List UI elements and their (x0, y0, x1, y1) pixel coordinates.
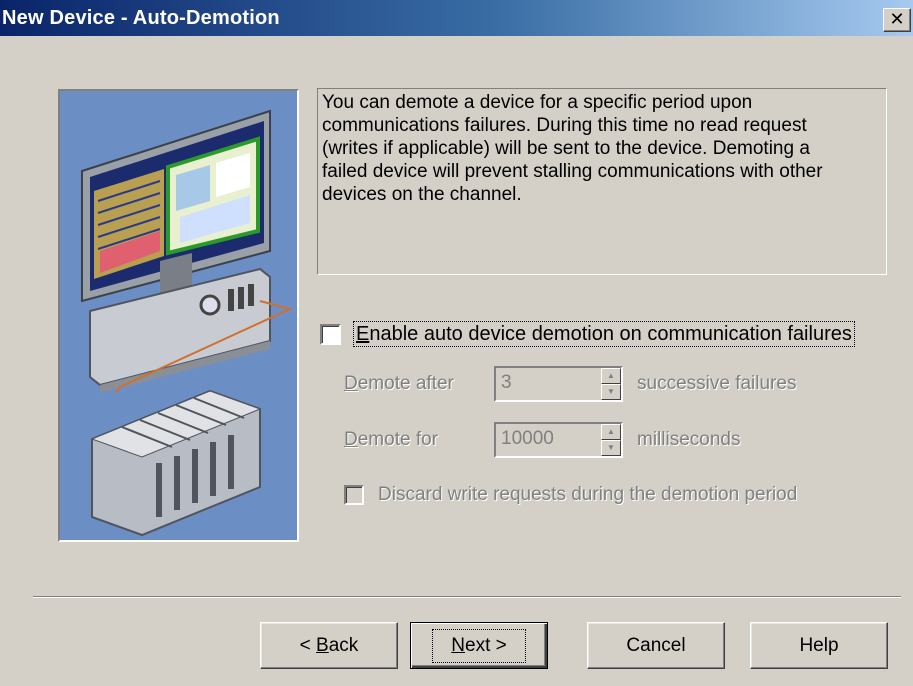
help-label: Help (799, 634, 839, 656)
demote-after-accel: D (344, 373, 358, 394)
demote-for-row: Demote for 10000 ▲ ▼ milliseconds (344, 422, 740, 458)
demote-after-label: Demote after (344, 373, 494, 395)
demote-after-spinner[interactable]: 3 ▲ ▼ (494, 366, 623, 402)
back-rest: ack (328, 634, 359, 656)
enable-label-rest: nable auto device demotion on communicat… (369, 323, 852, 345)
demote-for-label-rest: emote for (357, 429, 438, 450)
title-bar: New Device - Auto-Demotion ✕ (0, 0, 913, 36)
help-button[interactable]: Help (750, 622, 888, 669)
demote-after-row: Demote after 3 ▲ ▼ successive failures (344, 366, 796, 402)
demote-for-label: Demote for (344, 429, 494, 451)
window-title: New Device - Auto-Demotion (2, 6, 280, 29)
next-button[interactable]: Next > (410, 622, 548, 669)
next-label: Next > (432, 628, 526, 663)
computer-plc-illustration (81, 109, 293, 537)
demote-for-spinner[interactable]: 10000 ▲ ▼ (494, 422, 623, 458)
demote-for-arrows[interactable]: ▲ ▼ (601, 424, 621, 456)
back-prefix: < (299, 634, 317, 656)
next-accel: N (451, 634, 465, 656)
demote-for-value[interactable]: 10000 (496, 424, 601, 456)
discard-writes-checkbox[interactable] (344, 485, 364, 505)
button-separator (33, 596, 901, 598)
close-button[interactable]: ✕ (883, 8, 911, 32)
enable-accel-letter: E (356, 323, 370, 345)
demote-for-unit: milliseconds (637, 429, 741, 450)
spin-up-icon[interactable]: ▲ (601, 368, 621, 384)
wizard-illustration (58, 89, 299, 542)
discard-writes-label: Discard write requests during the demoti… (378, 484, 798, 505)
next-rest: ext > (465, 634, 507, 656)
description-text: You can demote a device for a specific p… (322, 92, 823, 205)
cancel-button[interactable]: Cancel (587, 622, 725, 669)
enable-demotion-row[interactable]: Enable auto device demotion on communica… (320, 320, 855, 348)
enable-demotion-checkbox[interactable] (320, 323, 341, 345)
discard-writes-row[interactable]: Discard write requests during the demoti… (344, 484, 797, 506)
spin-up-icon[interactable]: ▲ (601, 424, 621, 440)
back-button[interactable]: < Back (260, 622, 398, 669)
demote-after-value[interactable]: 3 (496, 368, 601, 400)
cancel-label: Cancel (626, 634, 686, 656)
description-box: You can demote a device for a specific p… (317, 88, 887, 275)
demote-for-accel: D (344, 429, 358, 450)
spin-down-icon[interactable]: ▼ (601, 384, 621, 400)
demote-after-label-rest: emote after (357, 373, 454, 394)
demote-after-arrows[interactable]: ▲ ▼ (601, 368, 621, 400)
spin-down-icon[interactable]: ▼ (601, 440, 621, 456)
enable-demotion-label[interactable]: Enable auto device demotion on communica… (353, 321, 855, 347)
back-label: < Back (300, 635, 359, 657)
back-accel: B (316, 634, 329, 656)
demote-after-unit: successive failures (637, 373, 797, 394)
